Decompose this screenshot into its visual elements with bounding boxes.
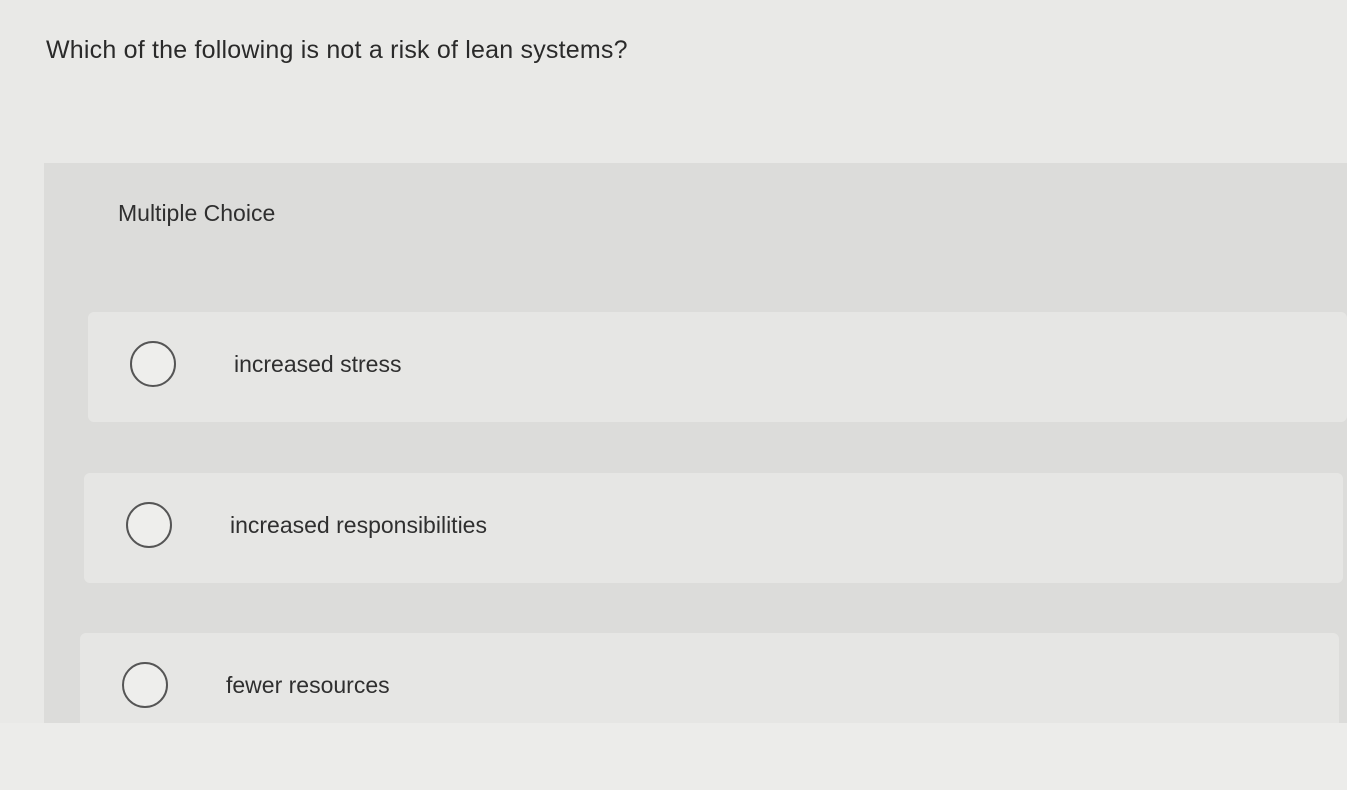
answer-option-label: increased responsibilities: [230, 512, 487, 538]
answer-option-label: fewer resources: [226, 672, 390, 698]
answer-option-2[interactable]: increased responsibilities: [84, 473, 1343, 583]
answer-option-label: increased stress: [234, 351, 402, 377]
page-background-strip: [0, 723, 1347, 790]
question-type-label: Multiple Choice: [118, 200, 276, 226]
radio-button-icon[interactable]: [130, 341, 176, 387]
question-text: Which of the following is not a risk of …: [46, 36, 628, 64]
radio-button-icon[interactable]: [122, 662, 168, 708]
radio-button-icon[interactable]: [126, 502, 172, 548]
answer-option-1[interactable]: increased stress: [88, 312, 1347, 422]
multiple-choice-panel: Multiple Choice increased stress increas…: [44, 163, 1347, 743]
